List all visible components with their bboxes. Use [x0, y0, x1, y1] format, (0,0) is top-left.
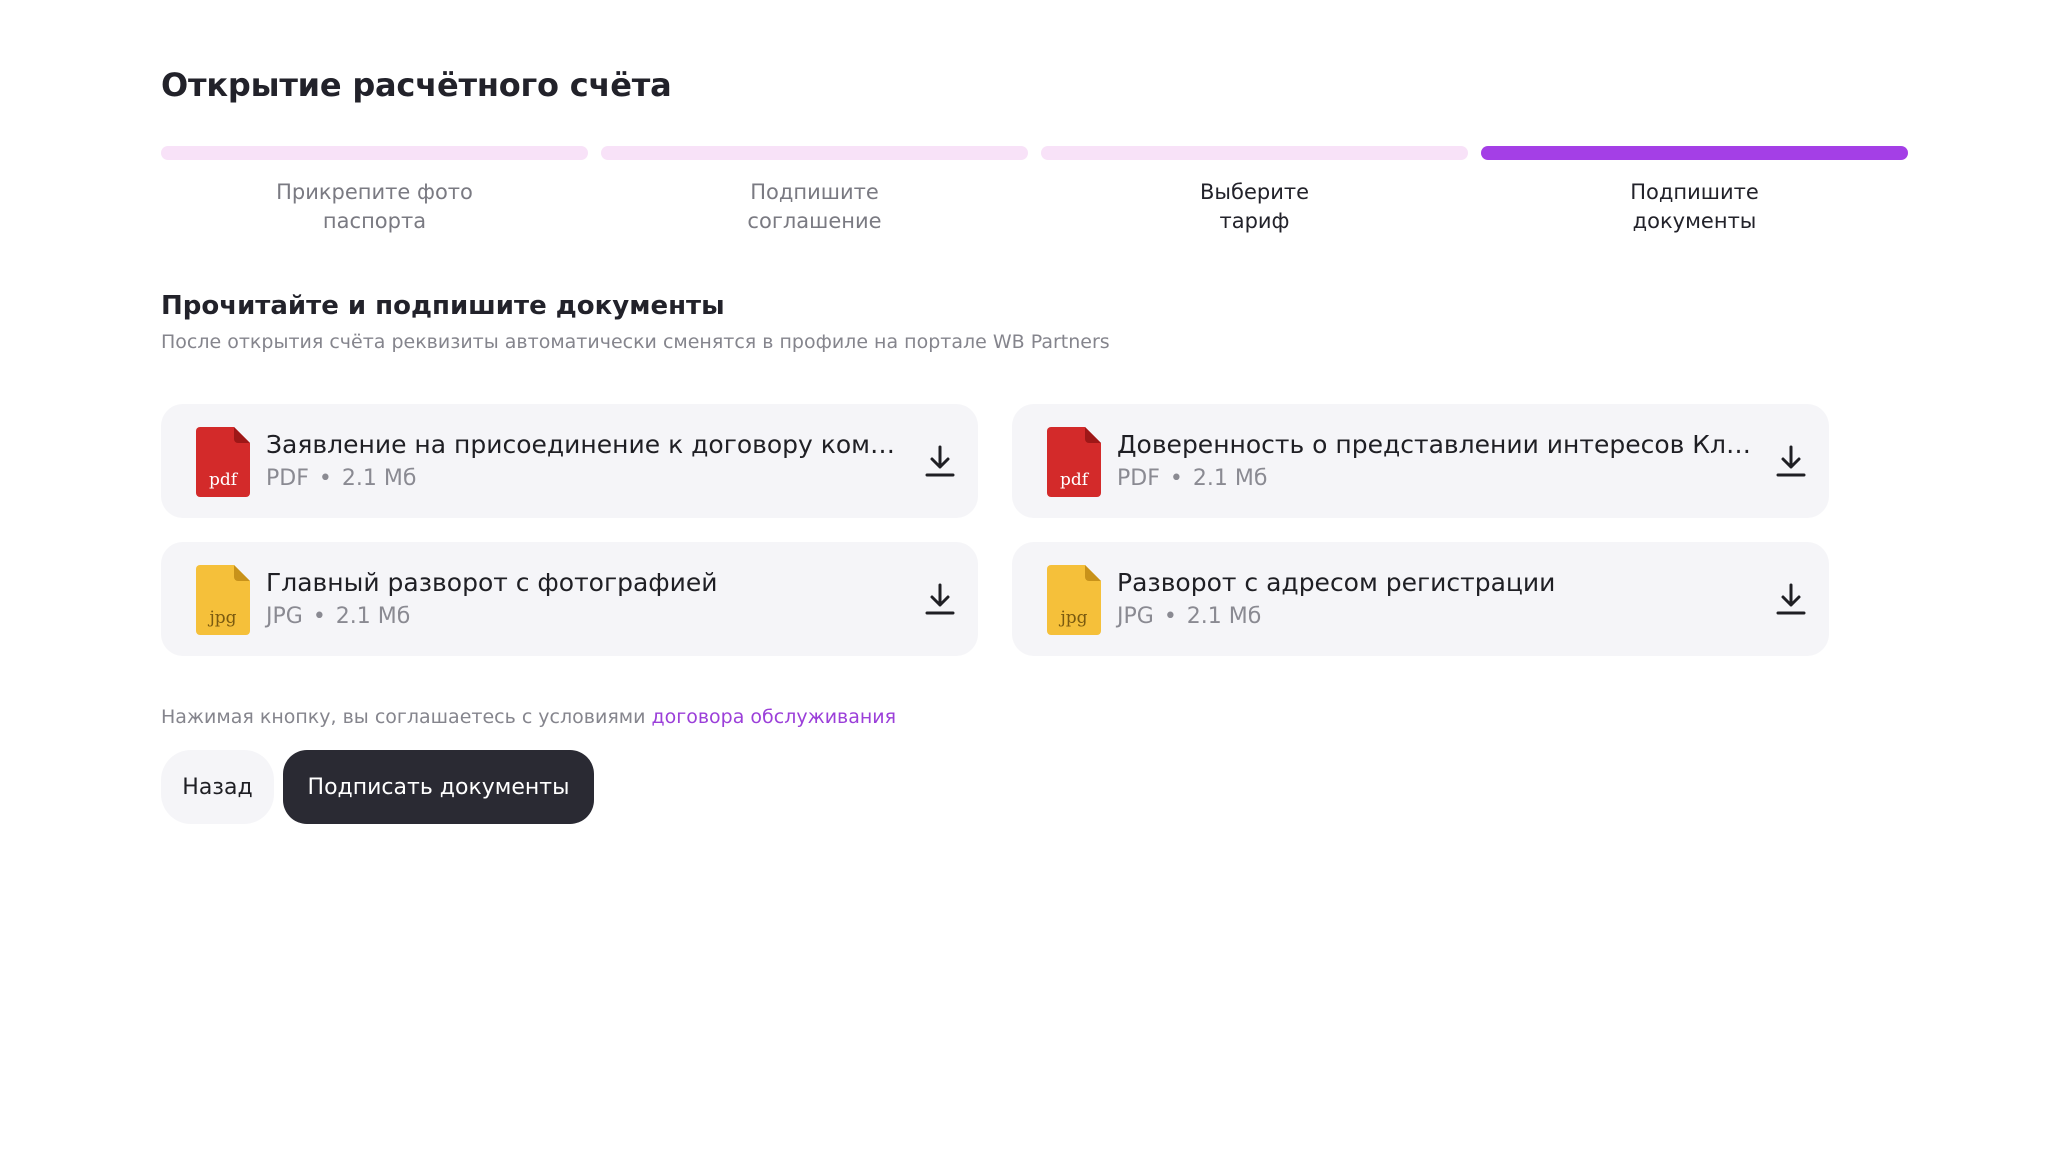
progress-stepper: Прикрепите фото паспорта Подпишите согла… — [161, 146, 1908, 236]
step-label-choose-tariff: Выберите тариф — [1200, 180, 1309, 233]
document-meta: PDF • 2.1 Мб — [1117, 466, 1267, 491]
document-name: Главный разворот с фотографией — [266, 568, 718, 597]
document-card[interactable]: pdf Заявление на присоединение к договор… — [161, 404, 978, 518]
file-icon-label: pdf — [209, 470, 239, 490]
document-name: Заявление на присоединение к договору ко… — [266, 430, 906, 459]
download-icon — [925, 583, 955, 615]
step-label-sign-agreement: Подпишите соглашение — [747, 180, 882, 233]
document-size: 2.1 Мб — [341, 466, 417, 491]
file-icon-label: jpg — [207, 608, 236, 628]
download-button[interactable] — [1773, 581, 1809, 617]
document-size: 2.1 Мб — [1192, 466, 1268, 491]
back-button[interactable]: Назад — [161, 750, 274, 824]
pdf-file-icon: pdf — [196, 427, 250, 497]
file-icon-label: jpg — [1058, 608, 1087, 628]
document-name: Разворот с адресом регистрации — [1117, 568, 1556, 597]
download-button[interactable] — [1773, 443, 1809, 479]
document-name: Доверенность о представлении интересов К… — [1117, 430, 1757, 459]
pdf-file-icon: pdf — [1047, 427, 1101, 497]
download-icon — [1776, 583, 1806, 615]
step-bar-3 — [1041, 146, 1468, 160]
download-icon — [1776, 445, 1806, 477]
document-type: JPG — [266, 604, 303, 629]
document-card[interactable]: jpg Главный разворот с фотографией JPG • 2… — [161, 542, 978, 656]
consent-prefix: Нажимая кнопку, вы соглашаетесь с услови… — [161, 706, 652, 728]
section-title: Прочитайте и подпишите документы — [161, 291, 725, 321]
download-button[interactable] — [922, 581, 958, 617]
step-label-passport-photo: Прикрепите фото паспорта — [276, 180, 473, 233]
step-bar-1 — [161, 146, 588, 160]
document-type: JPG — [1117, 604, 1154, 629]
document-size: 2.1 Мб — [335, 604, 411, 629]
meta-separator: • — [312, 604, 326, 629]
document-meta: JPG • 2.1 Мб — [266, 604, 410, 629]
jpg-file-icon: jpg — [1047, 565, 1101, 635]
jpg-file-icon: jpg — [196, 565, 250, 635]
meta-separator: • — [1169, 466, 1183, 491]
step-labels: Прикрепите фото паспорта Подпишите согла… — [161, 178, 1908, 236]
step-bar-2 — [601, 146, 1028, 160]
file-icon-label: pdf — [1060, 470, 1090, 490]
meta-separator: • — [318, 466, 332, 491]
service-agreement-link[interactable]: договора обслуживания — [651, 706, 896, 728]
document-type: PDF — [266, 466, 309, 491]
page-title: Открытие расчётного счёта — [161, 66, 672, 104]
document-meta: PDF • 2.1 Мб — [266, 466, 416, 491]
document-meta: JPG • 2.1 Мб — [1117, 604, 1261, 629]
step-label-sign-documents: Подпишите документы — [1630, 180, 1759, 233]
sign-documents-button[interactable]: Подписать документы — [283, 750, 594, 824]
download-button[interactable] — [922, 443, 958, 479]
document-type: PDF — [1117, 466, 1160, 491]
document-size: 2.1 Мб — [1186, 604, 1262, 629]
consent-text: Нажимая кнопку, вы соглашаетесь с услови… — [161, 706, 896, 728]
document-card[interactable]: pdf Доверенность о представлении интерес… — [1012, 404, 1829, 518]
document-card[interactable]: jpg Разворот с адресом регистрации JPG • 2… — [1012, 542, 1829, 656]
step-bars — [161, 146, 1908, 160]
section-subtitle: После открытия счёта реквизиты автоматич… — [161, 331, 1110, 353]
download-icon — [925, 445, 955, 477]
step-bar-4-active — [1481, 146, 1908, 160]
meta-separator: • — [1163, 604, 1177, 629]
